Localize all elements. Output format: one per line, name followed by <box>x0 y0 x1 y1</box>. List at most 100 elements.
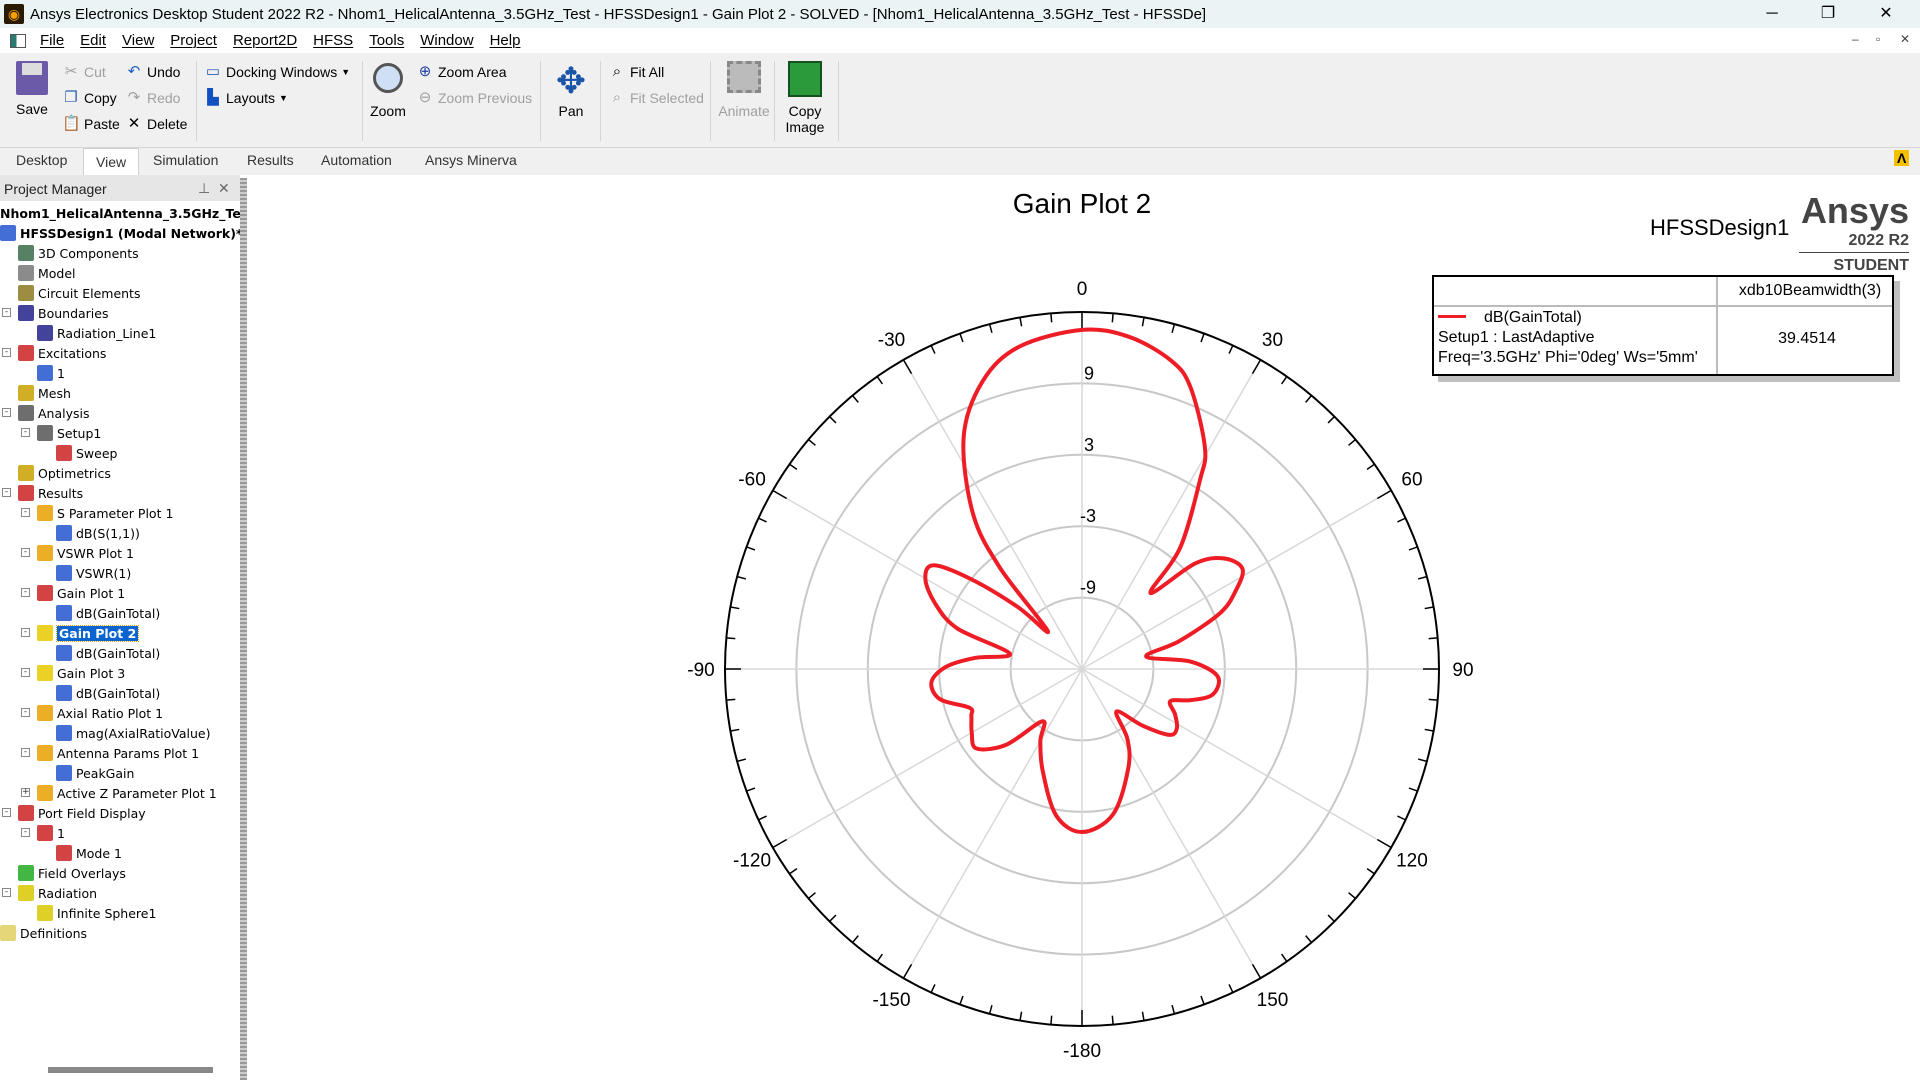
tree-item[interactable]: - Port Field Display <box>2 803 146 823</box>
tree-item[interactable]: - Analysis <box>2 403 90 423</box>
tree-item[interactable]: Model <box>18 263 76 283</box>
tree-item[interactable]: dB(GainTotal) <box>56 643 160 663</box>
tree-item[interactable]: - Gain Plot 1 <box>21 583 125 603</box>
tab-simulation[interactable]: Simulation <box>153 152 218 168</box>
close-panel-icon[interactable]: ✕ <box>218 180 230 197</box>
angle-tick <box>1397 517 1406 523</box>
menu-view[interactable]: View <box>122 32 154 49</box>
tree-item[interactable]: Sweep <box>56 443 117 463</box>
pin-icon[interactable]: ⊥ <box>198 180 210 197</box>
tree-item-label: Results <box>38 485 84 501</box>
collapse-icon[interactable]: - <box>21 828 30 837</box>
menu-tools[interactable]: Tools <box>369 32 404 49</box>
tree-item[interactable]: 1 <box>37 363 65 383</box>
collapse-icon[interactable]: - <box>2 408 11 417</box>
tree-item[interactable]: dB(GainTotal) <box>56 603 160 623</box>
collapse-icon[interactable]: - <box>21 428 30 437</box>
fit-selected-button[interactable]: ⌕ Fit Selected <box>608 89 704 107</box>
tree-item[interactable]: mag(AxialRatioValue) <box>56 723 211 743</box>
menu-hfss[interactable]: HFSS <box>313 32 353 49</box>
zoom-previous-button[interactable]: ⊖ Zoom Previous <box>416 89 532 107</box>
horizontal-scrollbar[interactable] <box>48 1067 213 1073</box>
mdi-close-button[interactable]: ✕ <box>1900 32 1910 46</box>
paste-button[interactable]: 📋 Paste <box>62 115 120 133</box>
collapse-icon[interactable]: - <box>2 488 11 497</box>
copy-button[interactable]: ❐ Copy <box>62 89 116 107</box>
tree-item[interactable]: Mesh <box>18 383 71 403</box>
restore-button[interactable]: ❐ <box>1800 0 1856 28</box>
tree-item[interactable]: Optimetrics <box>18 463 111 483</box>
close-button[interactable]: ✕ <box>1858 0 1914 28</box>
tab-desktop[interactable]: Desktop <box>16 152 67 168</box>
collapse-icon[interactable]: - <box>21 508 30 517</box>
tree-item[interactable]: - Gain Plot 2 <box>21 623 140 643</box>
tree-item[interactable]: Definitions <box>0 923 87 943</box>
collapse-icon[interactable]: - <box>2 888 11 897</box>
menu-window[interactable]: Window <box>420 32 473 49</box>
collapse-icon[interactable]: - <box>21 588 30 597</box>
docking-windows-button[interactable]: ▭ Docking Windows ▼ <box>204 63 350 81</box>
tab-ansys-minerva[interactable]: Ansys Minerva <box>425 152 517 168</box>
collapse-icon[interactable]: - <box>21 708 30 717</box>
tree-item[interactable]: dB(S(1,1)) <box>56 523 140 543</box>
tree-item[interactable]: Radiation_Line1 <box>37 323 156 343</box>
cut-button[interactable]: ✂ Cut <box>62 63 106 81</box>
tree-item[interactable]: + Active Z Parameter Plot 1 <box>21 783 217 803</box>
collapse-icon[interactable]: - <box>2 808 11 817</box>
mdi-restore-button[interactable]: ▫ <box>1876 32 1880 46</box>
legend[interactable]: xdb10Beamwidth(3) dB(GainTotal) Setup1 :… <box>1432 275 1894 376</box>
collapse-icon[interactable]: - <box>21 668 30 677</box>
tree-item[interactable]: - Excitations <box>2 343 106 363</box>
angle-tick <box>1280 953 1288 962</box>
tree-item[interactable]: dB(GainTotal) <box>56 683 160 703</box>
collapse-icon[interactable]: - <box>21 628 30 637</box>
expand-icon[interactable]: + <box>21 788 30 797</box>
tree-item[interactable]: Nhom1_HelicalAntenna_3.5GHz_Test* <box>0 203 261 223</box>
zoom-area-button[interactable]: ⊕ Zoom Area <box>416 63 507 81</box>
zoom-button[interactable]: Zoom <box>366 61 410 119</box>
tab-automation[interactable]: Automation <box>321 152 392 168</box>
tree-item[interactable]: - Setup1 <box>21 423 101 443</box>
tree-item[interactable]: 3D Components <box>18 243 139 263</box>
tree-item[interactable]: - S Parameter Plot 1 <box>21 503 173 523</box>
tree-item[interactable]: VSWR(1) <box>56 563 131 583</box>
document-icon[interactable] <box>10 33 26 48</box>
save-button[interactable]: Save <box>10 61 54 117</box>
minimize-button[interactable]: ─ <box>1744 0 1800 28</box>
tree-item[interactable]: Mode 1 <box>56 843 122 863</box>
redo-button[interactable]: ↷ Redo <box>125 89 181 107</box>
fit-all-button[interactable]: ⌕ Fit All <box>608 63 664 81</box>
tree-item[interactable]: - Gain Plot 3 <box>21 663 125 683</box>
copy-image-button[interactable]: Copy Image <box>780 61 830 135</box>
tree-item[interactable]: Field Overlays <box>18 863 126 883</box>
tree-item[interactable]: PeakGain <box>56 763 134 783</box>
collapse-icon[interactable]: - <box>2 348 11 357</box>
panel-splitter[interactable] <box>240 178 247 1080</box>
tree-item[interactable]: - Axial Ratio Plot 1 <box>21 703 163 723</box>
menu-project[interactable]: Project <box>170 32 217 49</box>
collapse-icon[interactable]: - <box>21 748 30 757</box>
tab-view[interactable]: View <box>83 148 140 175</box>
tree-item[interactable]: -1 <box>21 823 65 843</box>
menu-file[interactable]: File <box>40 32 64 49</box>
tree-item[interactable]: - Boundaries <box>2 303 108 323</box>
collapse-icon[interactable]: - <box>21 548 30 557</box>
menu-edit[interactable]: Edit <box>80 32 106 49</box>
mdi-minimize-button[interactable]: – <box>1852 32 1859 46</box>
tree-item[interactable]: - Antenna Params Plot 1 <box>21 743 199 763</box>
tree-item[interactable]: HFSSDesign1 (Modal Network)* <box>0 223 242 243</box>
pan-button[interactable]: ✥ Pan <box>550 59 592 119</box>
menu-help[interactable]: Help <box>490 32 521 49</box>
tree-item[interactable]: - Results <box>2 483 84 503</box>
collapse-icon[interactable]: - <box>2 308 11 317</box>
tree-item[interactable]: Circuit Elements <box>18 283 140 303</box>
tree-item[interactable]: - Radiation <box>2 883 97 903</box>
menu-report2d[interactable]: Report2D <box>233 32 297 49</box>
layouts-button[interactable]: ▙ Layouts ▼ <box>204 89 288 107</box>
undo-button[interactable]: ↶ Undo <box>125 63 181 81</box>
delete-button[interactable]: ✕ Delete <box>125 115 188 133</box>
tab-results[interactable]: Results <box>247 152 294 168</box>
tree-item[interactable]: Infinite Sphere1 <box>37 903 156 923</box>
tree-item[interactable]: - VSWR Plot 1 <box>21 543 134 563</box>
animate-button[interactable]: Animate <box>716 61 772 119</box>
